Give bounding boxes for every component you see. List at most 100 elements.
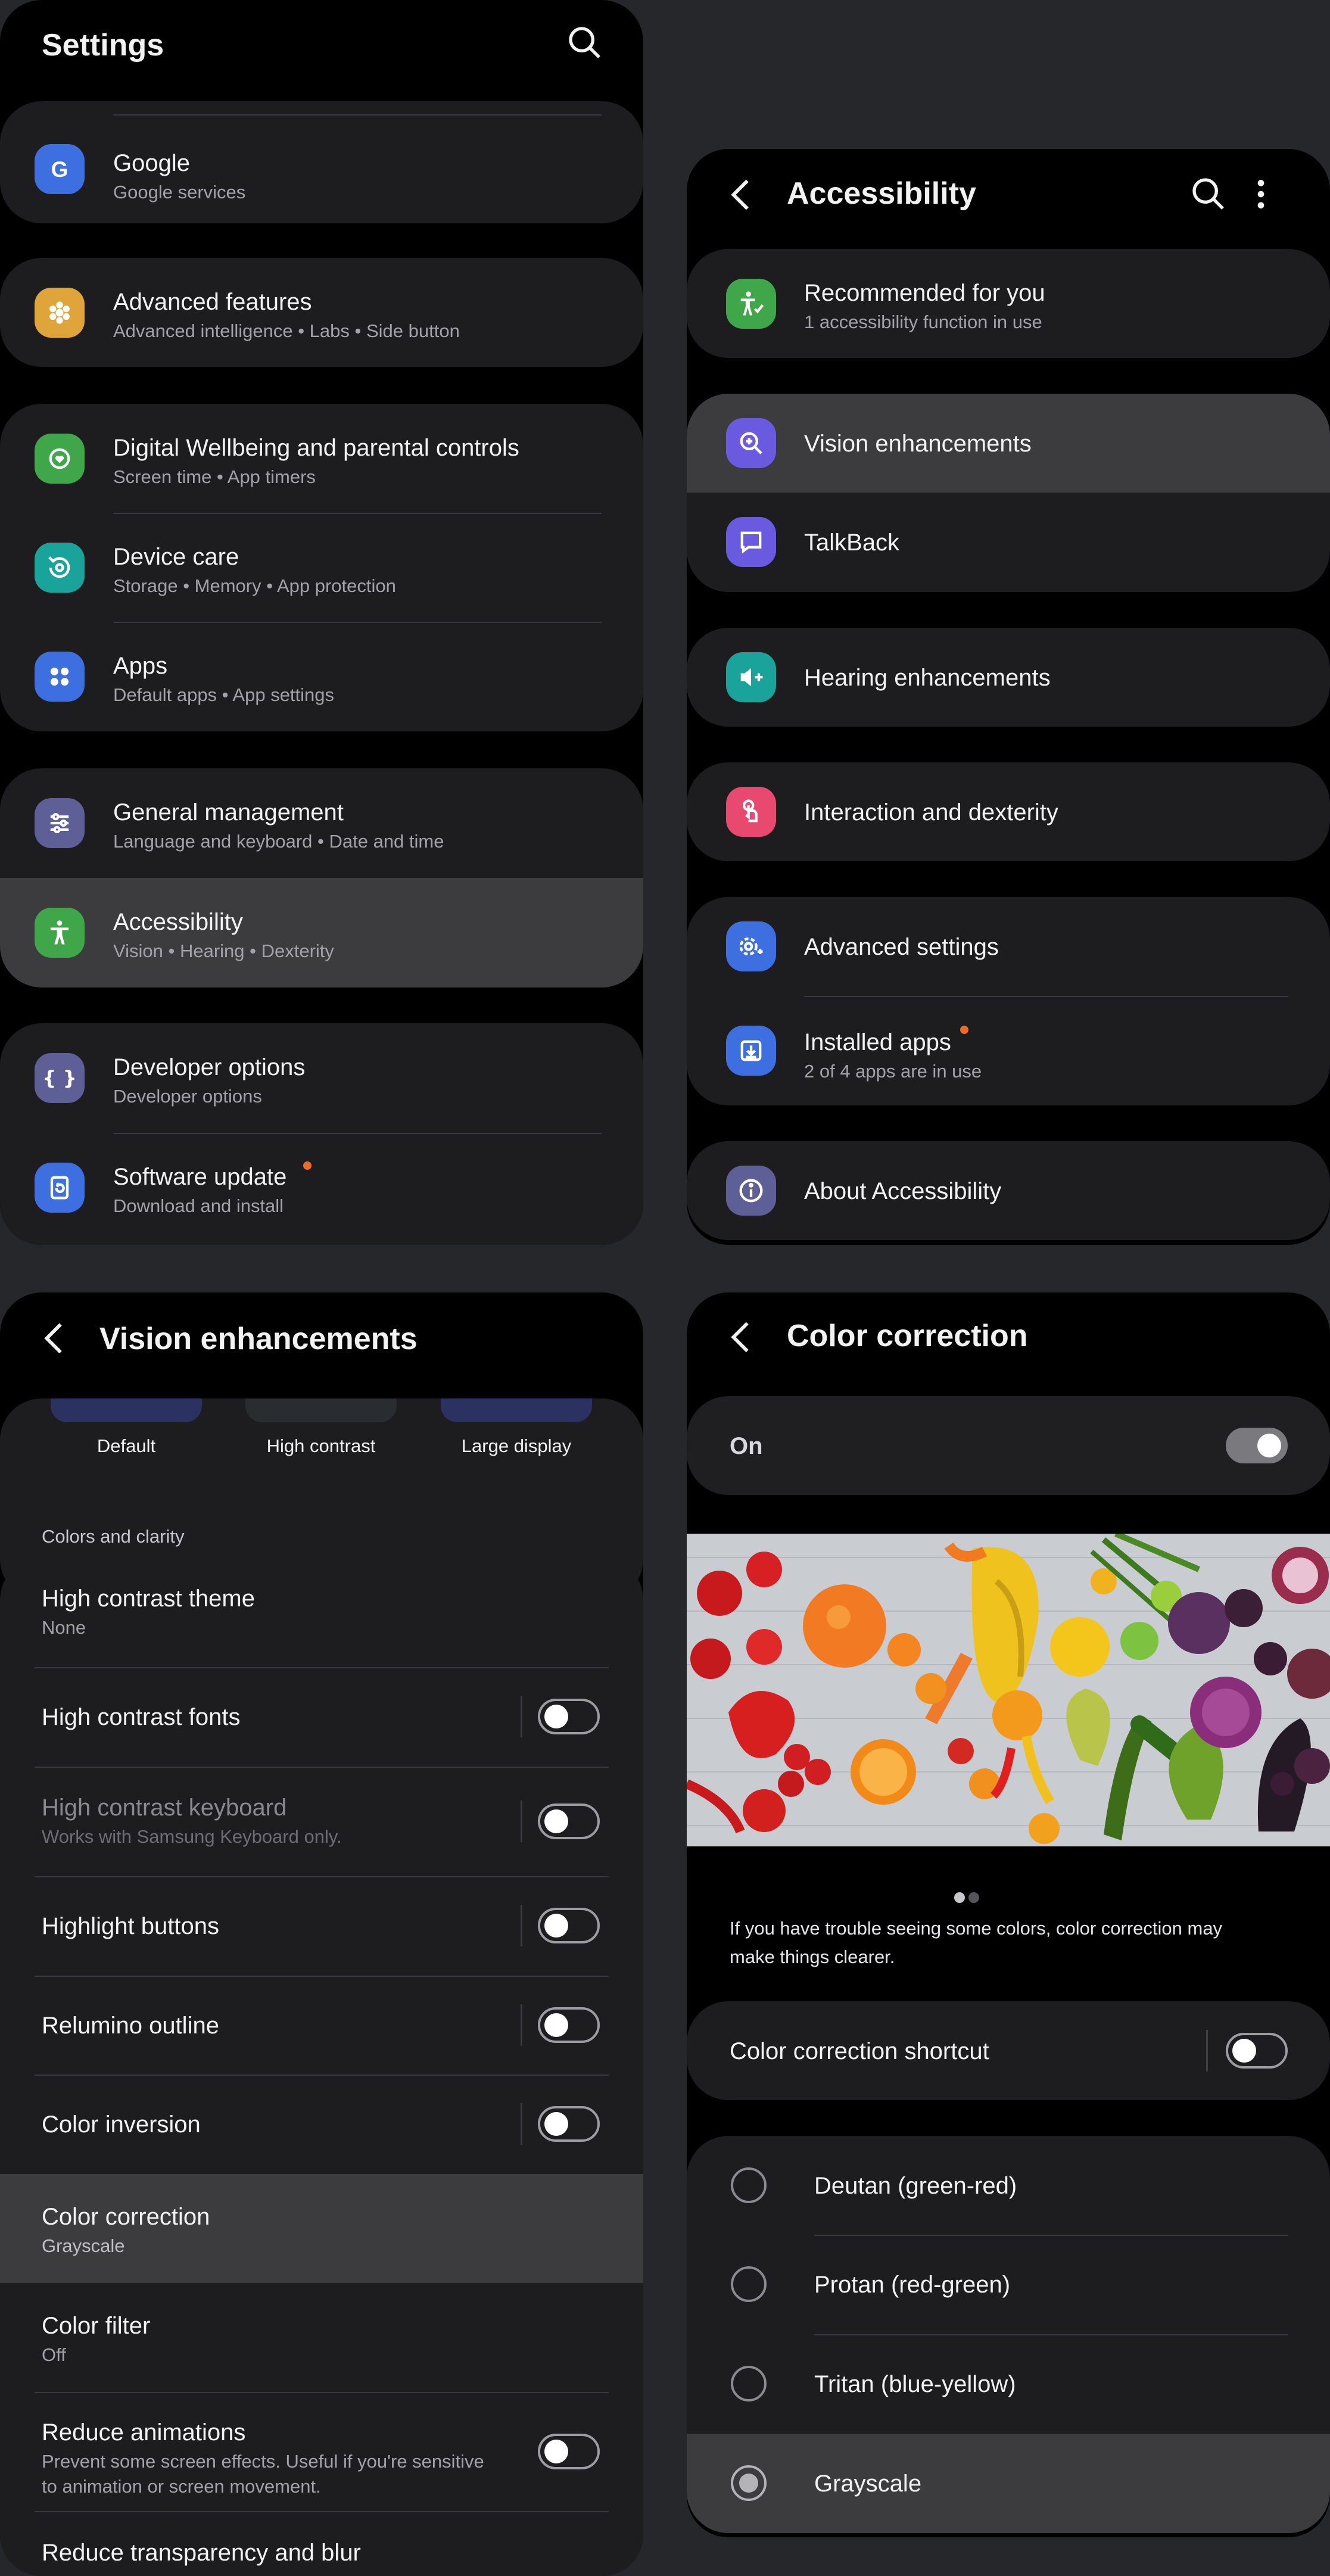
high-contrast-fonts-title: High contrast fonts (42, 1704, 241, 1730)
vision-item-relumino-outline[interactable]: Relumino outline (0, 1976, 643, 2074)
radio-tritan[interactable] (731, 2366, 767, 2401)
option-deutan[interactable]: Deutan (green-red) (687, 2136, 1330, 2235)
radio-grayscale[interactable] (731, 2465, 767, 2501)
advanced-settings-icon (726, 921, 776, 971)
digital-wellbeing-title: Digital Wellbeing and parental controls (113, 435, 519, 461)
highlight-buttons-toggle[interactable] (538, 1908, 600, 1943)
more-options-icon[interactable] (1249, 175, 1273, 213)
search-icon[interactable] (1189, 175, 1228, 213)
color-filter-subtitle: Off (42, 2344, 66, 2365)
vision-item-highlight-buttons[interactable]: Highlight buttons (0, 1876, 643, 1976)
high-contrast-keyboard-toggle[interactable] (538, 1803, 600, 1839)
master-switch-row[interactable]: On (687, 1396, 1330, 1495)
preset-high-contrast-label: High contrast (266, 1435, 376, 1456)
option-protan[interactable]: Protan (red-green) (687, 2235, 1330, 2334)
high-contrast-theme-title: High contrast theme (42, 1586, 255, 1612)
vision-item-color-correction[interactable]: Color correction Grayscale (0, 2174, 643, 2283)
accessibility-item-about[interactable]: About Accessibility (687, 1141, 1330, 1240)
shortcut-row[interactable]: Color correction shortcut (687, 2001, 1330, 2100)
developer-options-title: Developer options (113, 1054, 306, 1080)
developer-options-subtitle: Developer options (113, 1086, 262, 1107)
settings-item-accessibility[interactable]: Accessibility Vision • Hearing • Dexteri… (0, 878, 643, 988)
accessibility-icon (726, 279, 776, 329)
vision-panel: Vision enhancements Default High contras… (0, 1292, 643, 2576)
vision-item-reduce-animations[interactable]: Reduce animations Prevent some screen ef… (0, 2392, 643, 2511)
search-icon[interactable] (566, 24, 604, 62)
vertical-divider (521, 1801, 522, 1842)
advanced-features-title: Advanced features (113, 289, 312, 315)
master-switch-toggle[interactable] (1226, 1428, 1288, 1463)
vision-settings-card: High contrast theme None High contrast f… (0, 1558, 643, 2576)
vision-item-high-contrast-fonts[interactable]: High contrast fonts (0, 1667, 643, 1767)
preset-large-display-thumb[interactable] (441, 1398, 592, 1422)
vision-magnifier-icon (726, 418, 776, 468)
vision-item-color-filter[interactable]: Color filter Off (0, 2283, 643, 2392)
accessibility-item-vision[interactable]: Vision enhancements (687, 394, 1330, 493)
accessibility-item-hearing[interactable]: Hearing enhancements (687, 628, 1330, 727)
software-update-subtitle: Download and install (113, 1195, 284, 1216)
options-card: Deutan (green-red) Protan (red-green) Tr… (687, 2136, 1330, 2533)
device-care-subtitle: Storage • Memory • App protection (113, 575, 396, 596)
device-care-icon (35, 543, 85, 593)
software-update-icon (35, 1163, 85, 1213)
settings-item-general-management[interactable]: General management Language and keyboard… (0, 768, 643, 878)
description-line-1: If you have trouble seeing some colors, … (730, 1918, 1223, 1939)
google-card: G Google Google services (0, 101, 643, 223)
settings-item-developer-options[interactable]: { } Developer options Developer options (0, 1023, 643, 1133)
color-correction-panel: Color correction On If you have trouble … (687, 1292, 1330, 2537)
radio-protan[interactable] (731, 2266, 767, 2302)
option-grayscale-label: Grayscale (814, 2471, 922, 2497)
highlight-buttons-title: Highlight buttons (42, 1913, 219, 1939)
installed-apps-subtitle: 2 of 4 apps are in use (804, 1061, 982, 1082)
preset-default-thumb[interactable] (51, 1398, 202, 1422)
digital-wellbeing-icon (35, 434, 85, 484)
option-tritan-label: Tritan (blue-yellow) (814, 2371, 1016, 2397)
vision-item-high-contrast-keyboard[interactable]: High contrast keyboard Works with Samsun… (0, 1767, 643, 1876)
reduce-animations-toggle[interactable] (538, 2434, 600, 2469)
accessibility-item-interaction[interactable]: Interaction and dexterity (687, 762, 1330, 861)
back-icon[interactable] (35, 1317, 76, 1359)
reduce-transparency-title: Reduce transparency and blur (42, 2540, 361, 2566)
advanced-group-card: Advanced settings Installed apps 2 of 4 … (687, 897, 1330, 1105)
option-tritan[interactable]: Tritan (blue-yellow) (687, 2334, 1330, 2434)
description-line-2: make things clearer. (730, 1946, 895, 1967)
radio-deutan[interactable] (731, 2167, 767, 2203)
carousel-dot-1[interactable] (954, 1892, 965, 1903)
settings-item-apps[interactable]: Apps Default apps • App settings (0, 622, 643, 731)
talkback-icon (726, 517, 776, 567)
vertical-divider (521, 1905, 522, 1946)
settings-item-advanced-features[interactable]: Advanced features Advanced intelligence … (0, 258, 643, 367)
back-icon[interactable] (721, 1316, 763, 1358)
settings-item-digital-wellbeing[interactable]: Digital Wellbeing and parental controls … (0, 404, 643, 513)
settings-panel: Settings G Google Google services Advanc… (0, 0, 643, 1245)
accessibility-icon (35, 908, 85, 958)
recommended-title: Recommended for you (804, 280, 1045, 306)
talkback-title: TalkBack (804, 529, 900, 556)
high-contrast-fonts-toggle[interactable] (538, 1699, 600, 1734)
accessibility-item-talkback[interactable]: TalkBack (687, 493, 1330, 592)
svg-text:G: G (51, 157, 68, 182)
settings-item-device-care[interactable]: Device care Storage • Memory • App prote… (0, 513, 643, 622)
color-correction-title: Color correction (42, 2204, 210, 2230)
vision-item-reduce-transparency[interactable]: Reduce transparency and blur (0, 2511, 643, 2576)
color-inversion-toggle[interactable] (538, 2106, 600, 2142)
developer-group-card: { } Developer options Developer options … (0, 1023, 643, 1245)
vision-item-color-inversion[interactable]: Color inversion (0, 2074, 643, 2174)
general-management-subtitle: Language and keyboard • Date and time (113, 831, 444, 852)
wellbeing-group-card: Digital Wellbeing and parental controls … (0, 404, 643, 731)
preset-high-contrast-thumb[interactable] (245, 1398, 397, 1422)
back-icon[interactable] (721, 174, 763, 216)
relumino-outline-toggle[interactable] (538, 2007, 600, 2043)
vision-item-high-contrast-theme[interactable]: High contrast theme None (0, 1558, 643, 1667)
google-title: Google (113, 150, 190, 176)
svg-text:{ }: { } (44, 1067, 75, 1089)
accessibility-item-advanced[interactable]: Advanced settings (687, 897, 1330, 996)
google-icon: G (35, 144, 85, 194)
recommended-item[interactable]: Recommended for you 1 accessibility func… (687, 249, 1330, 358)
carousel-dot-2[interactable] (968, 1892, 979, 1903)
option-grayscale[interactable]: Grayscale (687, 2434, 1330, 2533)
settings-item-google[interactable]: G Google Google services (0, 114, 643, 223)
shortcut-toggle[interactable] (1226, 2033, 1288, 2069)
settings-item-software-update[interactable]: Software update Download and install (0, 1133, 643, 1245)
accessibility-item-installed-apps[interactable]: Installed apps 2 of 4 apps are in use (687, 996, 1330, 1105)
